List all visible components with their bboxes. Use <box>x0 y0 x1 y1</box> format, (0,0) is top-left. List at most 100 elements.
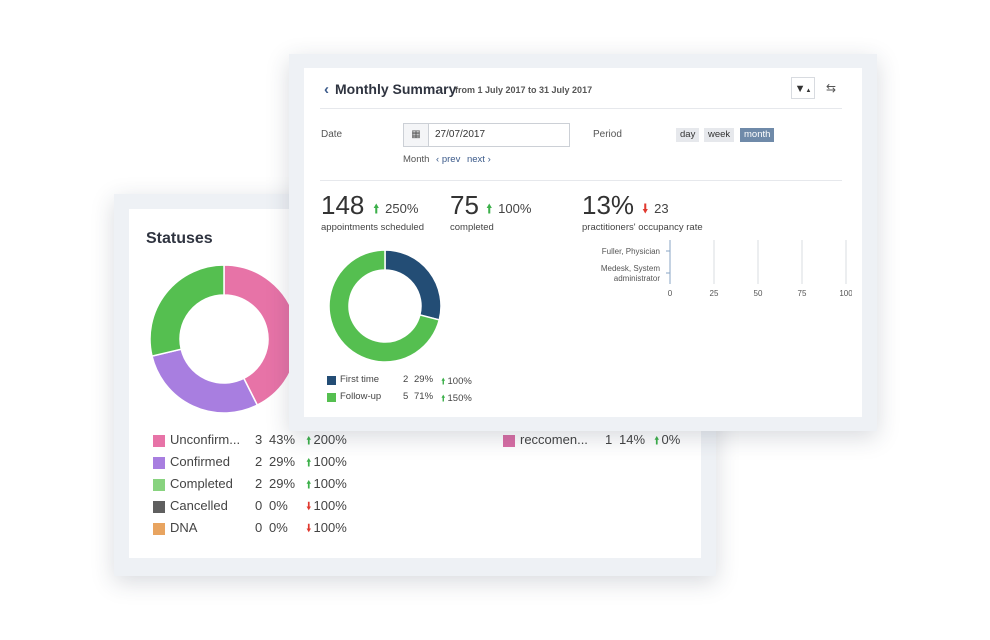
legend-change: 🠙 100% <box>441 374 472 390</box>
legend-swatch <box>153 501 165 513</box>
legend-percent: 29% <box>269 454 296 469</box>
arrow-down-icon: 🠛 <box>306 501 312 513</box>
arrow-up-icon: 🠙 <box>373 201 380 216</box>
arrow-up-icon: 🠙 <box>486 201 493 216</box>
monthly-summary-panel: ‹ Monthly Summary from 1 July 2017 to 31… <box>289 54 877 431</box>
legend-count: 5 <box>403 391 409 402</box>
date-label: Date <box>321 129 343 140</box>
arrow-up-icon: 🠙 <box>441 376 446 386</box>
donut-slice-completed <box>149 264 225 358</box>
legend-label: Cancelled <box>170 498 228 513</box>
legend-count: 2 <box>255 476 263 491</box>
legend-swatch <box>153 435 165 447</box>
legend-label: Completed <box>170 476 233 491</box>
legend-swatch <box>327 393 336 402</box>
legend-percent: 71% <box>414 391 434 402</box>
kpi-occupancy-label: practitioners' occupancy rate <box>582 222 703 233</box>
kpi-change-value: 100% <box>498 201 532 216</box>
legend-change-value: 150% <box>447 393 472 404</box>
legend-change: 🠙 200% <box>306 432 347 451</box>
legend-count: 2 <box>403 374 409 385</box>
legend-count: 3 <box>255 432 263 447</box>
legend-change-value: 100% <box>447 376 472 387</box>
monthly-summary-card: ‹ Monthly Summary from 1 July 2017 to 31… <box>304 68 862 417</box>
legend-count: 0 <box>255 498 263 513</box>
legend-label: reccomen... <box>520 432 588 447</box>
legend-percent: 43% <box>269 432 296 447</box>
kpi-change-value: 23 <box>654 201 669 216</box>
arrow-up-icon: 🠙 <box>306 457 312 469</box>
month-navigation: Month ‹ prev next › <box>403 154 491 165</box>
arrow-up-icon: 🠙 <box>441 393 446 403</box>
page-title: Monthly Summary <box>335 81 457 97</box>
legend-percent: 14% <box>619 432 646 447</box>
chevron-right-icon: › <box>487 154 491 165</box>
y-tick-label: Medesk, System administrator <box>601 264 660 283</box>
chevron-left-icon[interactable]: ‹ <box>324 81 329 98</box>
legend-label: DNA <box>170 520 198 535</box>
month-label: Month <box>403 154 430 165</box>
legend-change-value: 100% <box>313 476 347 491</box>
prev-label: prev <box>441 154 461 165</box>
kpi-appointments-label: appointments scheduled <box>321 222 424 233</box>
legend-swatch <box>327 376 336 385</box>
period-month-button[interactable]: month <box>740 128 775 142</box>
calendar-icon[interactable]: ▦ <box>404 124 429 146</box>
kpi-completed-label: completed <box>450 222 494 233</box>
donut-slice-confirmed <box>151 348 259 414</box>
period-label: Period <box>593 129 622 140</box>
kpi-completed-change: 🠙 100% <box>486 200 531 222</box>
x-tick-label: 100 <box>839 289 852 298</box>
filter-icon: ▼ <box>794 83 806 95</box>
x-tick-label: 0 <box>668 289 673 298</box>
period-week-button[interactable]: week <box>704 128 735 142</box>
legend-percent: 0% <box>269 498 288 513</box>
kpi-change-value: 250% <box>385 201 419 216</box>
statuses-title: Statuses <box>146 230 213 247</box>
filter-button[interactable]: ▼▲ <box>791 77 815 99</box>
occupancy-bar-chart: 0 25 50 75 100 Fuller, Physician Medesk, Syste… <box>601 240 852 298</box>
divider <box>320 180 842 181</box>
arrow-up-icon: 🠙 <box>306 435 312 447</box>
arrow-up-icon: 🠙 <box>306 479 312 491</box>
legend-swatch <box>503 435 515 447</box>
refresh-icon[interactable]: ⇆ <box>820 77 842 99</box>
legend-change: 🠙 100% <box>306 476 347 495</box>
legend-change-value: 100% <box>313 498 347 513</box>
period-day-button[interactable]: day <box>676 128 700 142</box>
arrow-up-icon: 🠙 <box>654 435 660 447</box>
legend-count: 0 <box>255 520 263 535</box>
legend-change: 🠙 0% <box>654 432 680 451</box>
y-tick-label: Fuller, Physician <box>602 247 660 256</box>
x-tick-label: 50 <box>754 289 763 298</box>
legend-percent: 29% <box>269 476 296 491</box>
statuses-donut-chart <box>149 264 299 414</box>
legend-change-value: 0% <box>661 432 681 447</box>
legend-change-value: 100% <box>313 520 347 535</box>
kpi-completed-value: 75 <box>450 190 479 220</box>
caret-up-icon: ▲ <box>805 88 812 94</box>
next-month-link[interactable]: next › <box>467 154 491 165</box>
kpi-occupancy-value: 13% <box>582 190 635 220</box>
legend-label: Follow-up <box>340 391 382 402</box>
date-value: 27/07/2017 <box>435 129 486 140</box>
legend-change: 🠛 100% <box>306 520 347 539</box>
chevron-left-icon: ‹ <box>436 154 440 165</box>
kpi-occupancy-change: 🠛 23 <box>642 200 669 222</box>
donut-slice-first-time <box>384 249 442 321</box>
legend-label: Confirmed <box>170 454 230 469</box>
legend-change: 🠙 100% <box>306 454 347 473</box>
date-field[interactable]: ▦ 27/07/2017 <box>403 123 570 147</box>
divider <box>320 108 842 109</box>
prev-month-link[interactable]: ‹ prev <box>436 154 460 165</box>
arrow-down-icon: 🠛 <box>642 201 649 216</box>
legend-label: Unconfirm... <box>170 432 241 447</box>
legend-change-value: 100% <box>313 454 347 469</box>
x-tick-label: 75 <box>798 289 807 298</box>
kpi-appointments-change: 🠙 250% <box>373 200 418 222</box>
date-range-text: from 1 July 2017 to 31 July 2017 <box>455 85 593 95</box>
legend-swatch <box>153 479 165 491</box>
legend-change: 🠛 100% <box>306 498 347 517</box>
next-label: next <box>466 154 485 165</box>
legend-label: First time <box>340 374 380 385</box>
